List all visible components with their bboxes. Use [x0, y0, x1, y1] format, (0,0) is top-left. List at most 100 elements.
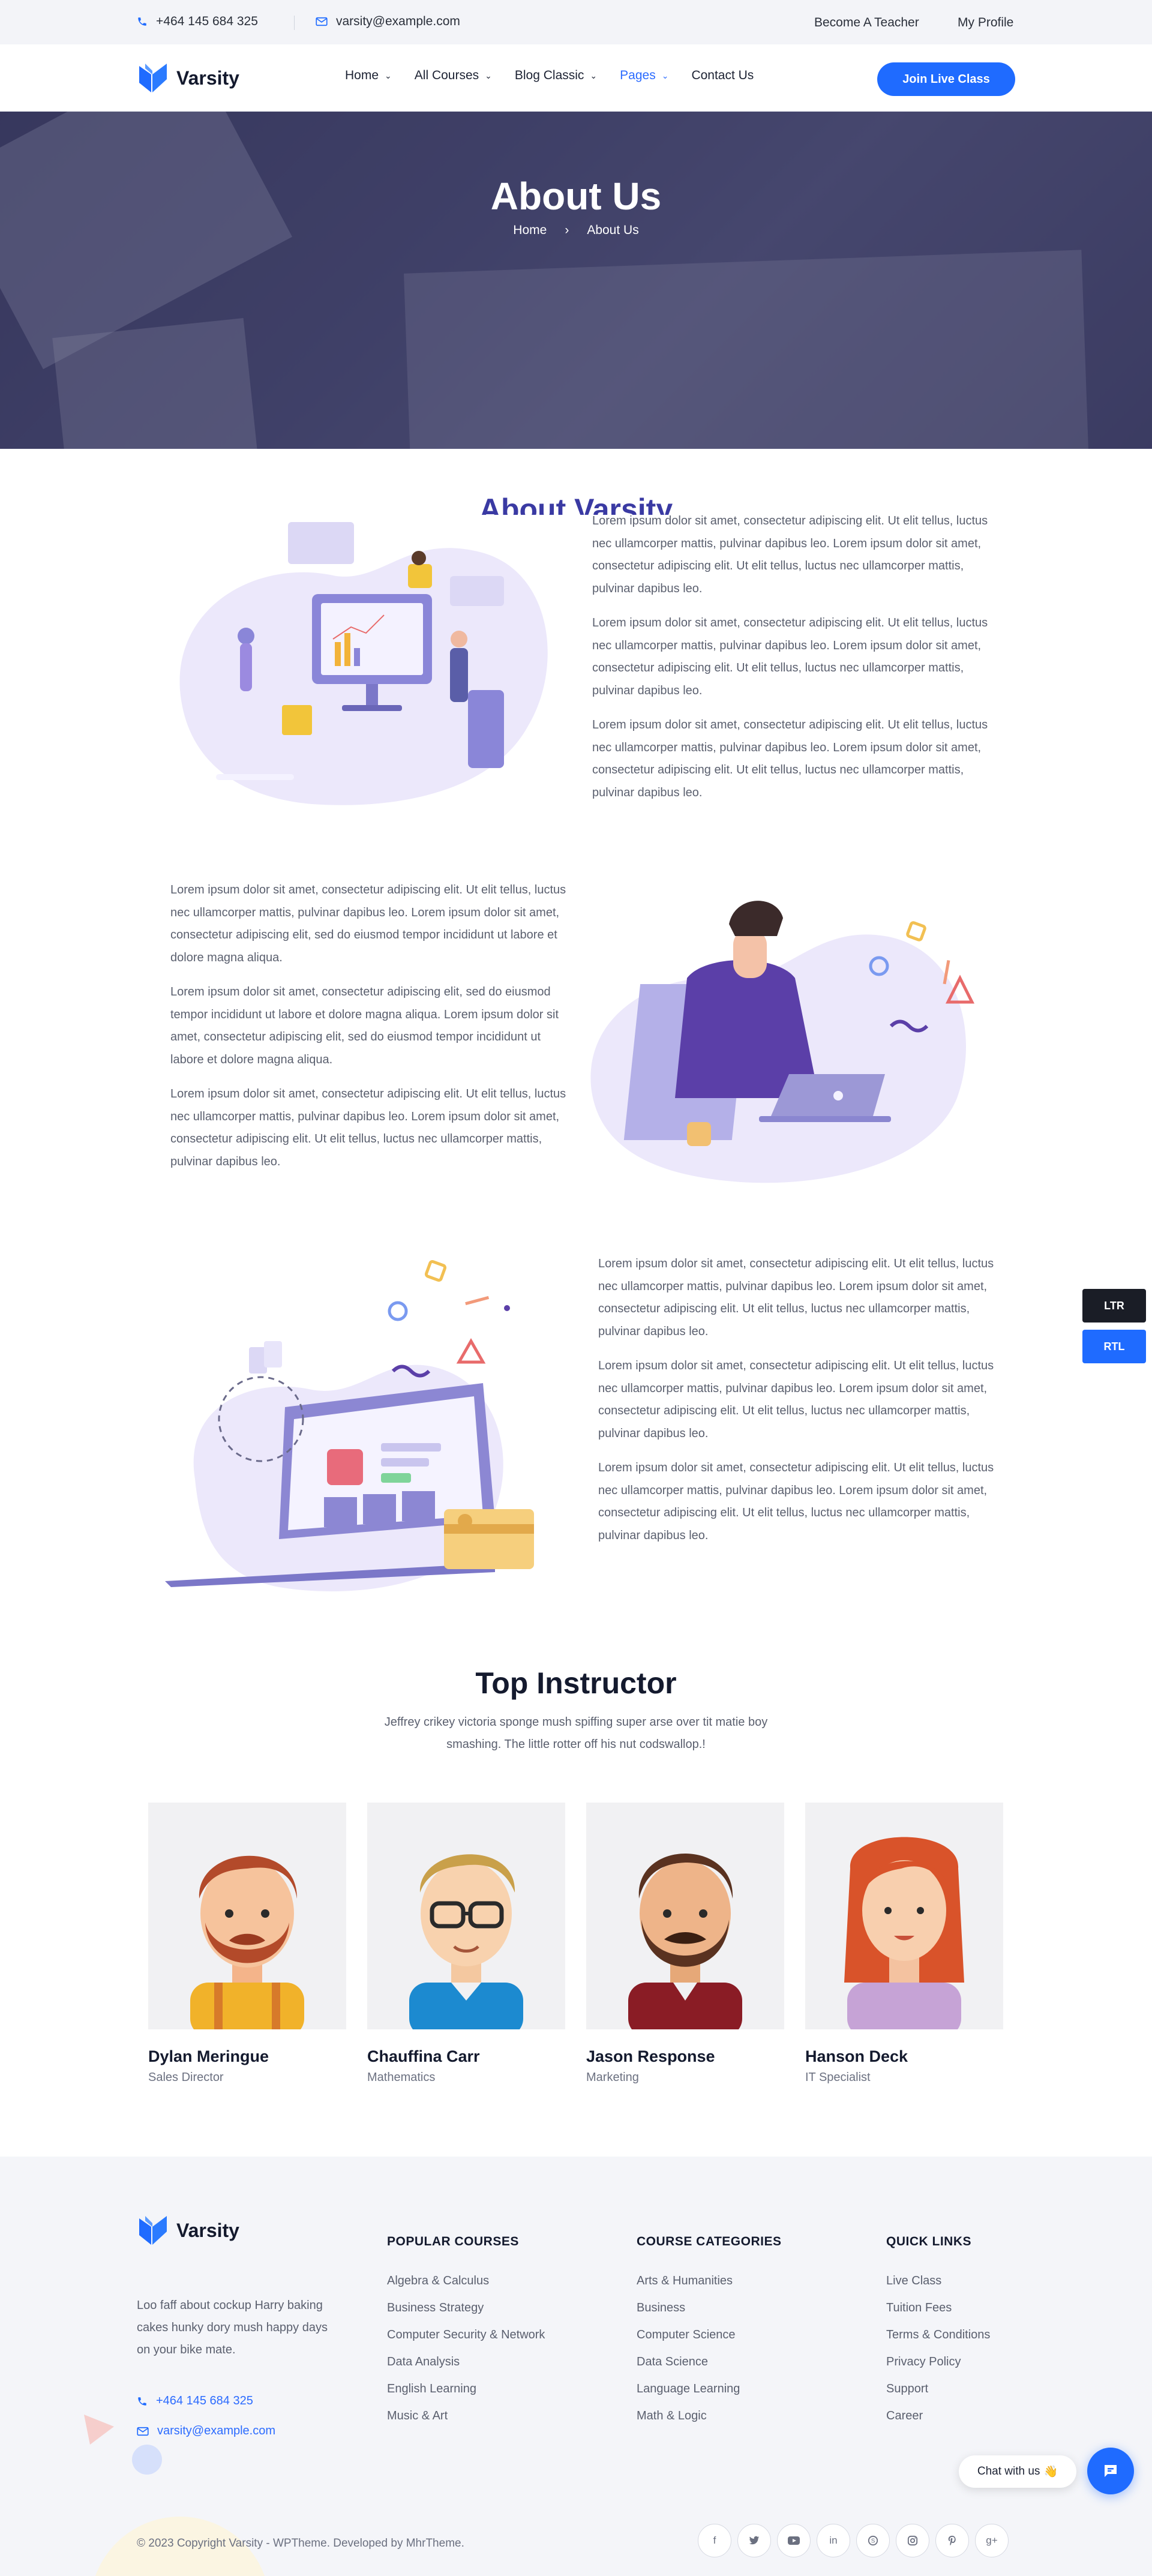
instagram-icon[interactable]: [896, 2524, 929, 2557]
developer-at-laptop-illustration: [590, 901, 975, 1183]
footer-link[interactable]: Support: [886, 2382, 928, 2396]
footer-link[interactable]: Music & Art: [387, 2409, 448, 2423]
about-paragraph: Lorem ipsum dolor sit amet, consectetur …: [598, 1359, 994, 1440]
mail-icon: [137, 2427, 149, 2436]
youtube-icon[interactable]: [777, 2524, 811, 2557]
site-footer: Varsity Loo faff about cockup Harry baki…: [0, 2157, 1152, 2576]
footer-link[interactable]: Data Science: [637, 2355, 708, 2369]
footer-email[interactable]: varsity@example.com: [137, 2424, 275, 2438]
footer-link[interactable]: Live Class: [886, 2274, 941, 2288]
marketing-team-illustration: [179, 522, 548, 805]
join-live-class-button[interactable]: Join Live Class: [877, 62, 1015, 96]
nav-home[interactable]: Home ⌄: [345, 68, 392, 83]
topbar-phone[interactable]: +464 145 684 325: [137, 14, 258, 29]
about-text-block-1: Lorem ipsum dolor sit amet, consectetur …: [592, 510, 988, 816]
about-paragraph: Lorem ipsum dolor sit amet, consectetur …: [592, 718, 988, 799]
instructor-name[interactable]: Dylan Meringue: [148, 2047, 346, 2066]
waving-hand-icon: 👋: [1043, 2466, 1058, 2478]
pinterest-icon[interactable]: [935, 2524, 969, 2557]
footer-link[interactable]: Language Learning: [637, 2382, 740, 2396]
breadcrumb-home[interactable]: Home: [513, 223, 547, 238]
about-paragraph: Lorem ipsum dolor sit amet, consectetur …: [170, 1087, 566, 1168]
chat-button[interactable]: [1087, 2448, 1134, 2494]
footer-link[interactable]: Career: [886, 2409, 923, 2423]
social-links: f in S g+: [698, 2524, 1009, 2557]
instructor-card[interactable]: Dylan Meringue Sales Director: [148, 1803, 346, 2085]
about-paragraph: Lorem ipsum dolor sit amet, consectetur …: [170, 985, 559, 1066]
instructor-name[interactable]: Jason Response: [586, 2047, 784, 2066]
footer-about-text: Loo faff about cockup Harry baking cakes…: [137, 2299, 328, 2356]
footer-link[interactable]: Business: [637, 2301, 685, 2315]
become-teacher-link[interactable]: Become A Teacher: [814, 16, 919, 30]
logo-icon: [139, 2216, 167, 2245]
footer-link[interactable]: Math & Logic: [637, 2409, 707, 2423]
twitter-icon[interactable]: [737, 2524, 771, 2557]
footer-column-title: COURSE CATEGORIES: [637, 2235, 782, 2248]
chat-label-text: Chat with us: [977, 2465, 1040, 2478]
nav-contact-us-label: Contact Us: [691, 68, 754, 82]
instructor-card[interactable]: Hanson Deck IT Specialist: [805, 1803, 1003, 2085]
about-paragraph: Lorem ipsum dolor sit amet, consectetur …: [170, 883, 566, 964]
about-paragraph: Lorem ipsum dolor sit amet, consectetur …: [592, 616, 988, 697]
instructor-card[interactable]: Jason Response Marketing: [586, 1803, 784, 2085]
footer-link[interactable]: Data Analysis: [387, 2355, 460, 2369]
footer-link[interactable]: Algebra & Calculus: [387, 2274, 489, 2288]
footer-link[interactable]: Arts & Humanities: [637, 2274, 733, 2288]
about-text-block-2: Lorem ipsum dolor sit amet, consectetur …: [170, 879, 566, 1185]
rtl-button[interactable]: RTL: [1082, 1330, 1146, 1363]
instructor-card[interactable]: Chauffina Carr Mathematics: [367, 1803, 565, 2085]
footer-logo[interactable]: Varsity: [137, 2214, 239, 2247]
topbar-email[interactable]: varsity@example.com: [316, 14, 460, 29]
nav-home-label: Home: [345, 68, 379, 82]
main-header: Varsity Home ⌄ All Courses ⌄ Blog Classic ⌄…: [0, 44, 1152, 112]
instructor-name[interactable]: Hanson Deck: [805, 2047, 1003, 2066]
footer-link[interactable]: Computer Security & Network: [387, 2328, 545, 2342]
topbar-email-text: varsity@example.com: [336, 14, 460, 28]
site-logo[interactable]: Varsity: [137, 61, 239, 95]
footer-link[interactable]: Business Strategy: [387, 2301, 484, 2315]
my-profile-link[interactable]: My Profile: [958, 16, 1013, 30]
svg-text:S: S: [871, 2538, 875, 2545]
chevron-down-icon: ⌄: [385, 70, 392, 80]
nav-contact-us[interactable]: Contact Us: [691, 68, 754, 83]
chevron-down-icon: ⌄: [590, 70, 598, 80]
footer-logo-text: Varsity: [176, 2219, 239, 2241]
nav-all-courses-label: All Courses: [414, 68, 479, 82]
footer-link[interactable]: Computer Science: [637, 2328, 736, 2342]
footer-link[interactable]: Privacy Policy: [886, 2355, 961, 2369]
chat-bubble-icon: [1105, 2465, 1117, 2477]
decorative-circle-icon: [132, 2445, 162, 2475]
instructor-avatar: [367, 1803, 565, 2029]
nav-blog-classic[interactable]: Blog Classic ⌄: [515, 68, 597, 83]
about-paragraph: Lorem ipsum dolor sit amet, consectetur …: [592, 514, 988, 595]
footer-link[interactable]: Terms & Conditions: [886, 2328, 990, 2342]
page-hero: [0, 112, 1152, 449]
page-title: About Us: [490, 175, 662, 218]
top-bar: +464 145 684 325 varsity@example.com Bec…: [0, 0, 1152, 44]
footer-column-title: POPULAR COURSES: [387, 2235, 519, 2248]
about-paragraph: Lorem ipsum dolor sit amet, consectetur …: [598, 1257, 994, 1338]
mail-icon: [316, 17, 328, 26]
copyright-text: © 2023 Copyright Varsity - WPTheme. Deve…: [137, 2537, 464, 2550]
chat-label[interactable]: Chat with us 👋: [959, 2455, 1076, 2488]
nav-pages[interactable]: Pages ⌄: [620, 68, 668, 83]
google-plus-icon[interactable]: g+: [975, 2524, 1009, 2557]
instructor-avatar: [805, 1803, 1003, 2029]
ltr-button[interactable]: LTR: [1082, 1289, 1146, 1323]
chevron-down-icon: ⌄: [661, 70, 669, 80]
facebook-icon[interactable]: f: [698, 2524, 731, 2557]
nav-all-courses[interactable]: All Courses ⌄: [415, 68, 492, 83]
footer-link[interactable]: English Learning: [387, 2382, 476, 2396]
footer-link[interactable]: Tuition Fees: [886, 2301, 952, 2315]
skype-icon[interactable]: S: [856, 2524, 890, 2557]
instructor-role: Sales Director: [148, 2071, 224, 2084]
instructor-avatar: [148, 1803, 346, 2029]
about-paragraph: Lorem ipsum dolor sit amet, consectetur …: [598, 1461, 994, 1542]
footer-phone[interactable]: +464 145 684 325: [137, 2394, 253, 2408]
instructor-name[interactable]: Chauffina Carr: [367, 2047, 565, 2066]
footer-phone-text: +464 145 684 325: [156, 2394, 253, 2407]
hero-overlay: [0, 112, 1152, 449]
breadcrumb-current: About Us: [587, 223, 639, 237]
linkedin-icon[interactable]: in: [817, 2524, 850, 2557]
chevron-down-icon: ⌄: [485, 70, 492, 80]
